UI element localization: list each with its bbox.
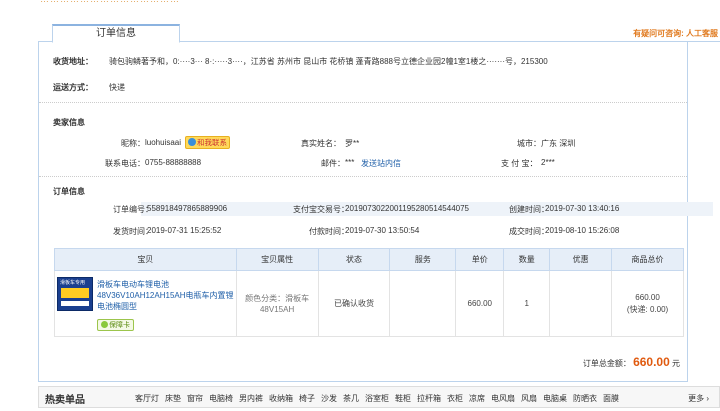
created-time-value: 2019-07-30 13:40:16 xyxy=(545,204,620,213)
hot-keyword-link[interactable]: 鞋柜 xyxy=(395,394,411,403)
hot-keyword-link[interactable]: 凉席 xyxy=(469,394,485,403)
guarantee-icon xyxy=(101,321,108,328)
seller-email-value: *** xyxy=(345,158,355,167)
order-status: 已确认收货 xyxy=(317,270,391,337)
help-link[interactable]: 有疑问可咨询: 人工客服 xyxy=(633,28,718,39)
top-note: …………………………………… xyxy=(40,0,690,4)
guarantee-label: 保障卡 xyxy=(109,322,130,329)
order-section-title: 订单信息 xyxy=(53,187,85,196)
hot-keyword-link[interactable]: 衣柜 xyxy=(447,394,463,403)
hot-keyword-link[interactable]: 电脑桌 xyxy=(543,394,567,403)
trade-no-label: 支付宝交易号： xyxy=(293,205,349,214)
hot-keyword-link[interactable]: 拉杆箱 xyxy=(417,394,441,403)
seller-phone-label: 联系电话： xyxy=(105,159,145,168)
product-cell: 滑板车专用 滑板车电动车锂电池48V36V10AH12AH15AH电瓶车内置锂电… xyxy=(54,270,237,337)
done-time-label: 成交时间： xyxy=(509,227,549,236)
paid-time-label: 付款时间： xyxy=(309,227,349,236)
send-message-link[interactable]: 发送站内信 xyxy=(361,158,401,169)
tab-row: 订单信息 有疑问可咨询: 人工客服 xyxy=(38,22,720,43)
hot-keyword-link[interactable]: 风扇 xyxy=(521,394,537,403)
discount xyxy=(549,270,613,337)
quantity: 1 xyxy=(503,270,551,337)
done-time-value: 2019-08-10 15:26:08 xyxy=(545,226,620,235)
hot-keyword-link[interactable]: 床垫 xyxy=(165,394,181,403)
seller-realname-value: 罗** xyxy=(345,139,360,148)
seller-alipay-value: 2*** xyxy=(541,158,555,167)
address-value: 骑包驹鳞著予和，0:····3··· 8·:·····3····，江苏省 苏州市… xyxy=(109,57,548,66)
seller-section-title: 卖家信息 xyxy=(53,118,85,127)
hot-keyword-link[interactable]: 防晒衣 xyxy=(573,394,597,403)
order-total-amount: 660.00 xyxy=(633,355,670,369)
divider xyxy=(39,102,687,103)
order-total-label: 订单总金额： xyxy=(582,359,631,368)
table-row: 滑板车专用 滑板车电动车锂电池48V36V10AH12AH15AH电瓶车内置锂电… xyxy=(54,270,684,337)
more-label: 更多 xyxy=(688,394,705,403)
hot-keyword-link[interactable]: 浴室柜 xyxy=(365,394,389,403)
col-header: 优惠 xyxy=(549,248,613,271)
hot-keyword-link[interactable]: 电风扇 xyxy=(491,394,515,403)
col-header: 数量 xyxy=(503,248,551,271)
wangwang-icon xyxy=(188,138,196,146)
thumb-battery-graphic xyxy=(61,288,89,298)
col-header: 宝贝属性 xyxy=(235,248,319,271)
seller-realname-label: 真实姓名： xyxy=(301,139,341,148)
tab-order-info[interactable]: 订单信息 xyxy=(52,24,180,43)
hot-keyword-link[interactable]: 茶几 xyxy=(343,394,359,403)
hot-keyword-link[interactable]: 窗帘 xyxy=(187,394,203,403)
address-label: 收货地址： xyxy=(53,57,93,66)
product-name-link[interactable]: 滑板车电动车锂电池48V36V10AH12AH15AH电瓶车内置锂电池椭圆型 xyxy=(97,279,237,312)
paid-time-value: 2019-07-30 13:50:54 xyxy=(345,226,420,235)
col-header: 宝贝 xyxy=(54,248,237,271)
col-header: 单价 xyxy=(455,248,505,271)
shipping-method-value: 快递 xyxy=(109,83,125,92)
seller-alipay-label: 支 付 宝： xyxy=(501,159,538,168)
unit-price: 660.00 xyxy=(455,270,505,337)
seller-phone-value: 0755-88888888 xyxy=(145,158,202,167)
guarantee-badge[interactable]: 保障卡 xyxy=(97,319,134,331)
product-attr: 颜色分类：滑板车48V15AH xyxy=(235,270,319,337)
order-total: 订单总金额： 660.00 元 xyxy=(583,355,680,369)
col-header: 商品总价 xyxy=(611,248,684,271)
service-cell xyxy=(389,270,457,337)
seller-email-label: 邮件： xyxy=(321,159,345,168)
item-total-cell: 660.00 (快递: 0.00) xyxy=(611,270,684,337)
table-header-row: 宝贝 宝贝属性 状态 服务 单价 数量 优惠 商品总价 xyxy=(54,248,684,271)
order-no-value: 558918497865889906 xyxy=(147,204,228,213)
hot-title: 热卖单品 xyxy=(45,395,85,406)
created-time-label: 创建时间： xyxy=(509,205,549,214)
order-items-table: 宝贝 宝贝属性 状态 服务 单价 数量 优惠 商品总价 滑板车专用 滑板车电动车… xyxy=(54,248,684,337)
hot-keywords: 客厅灯 床垫 窗帘 电脑椅 男内裤 收纳箱 椅子 沙发 茶几 浴室柜 鞋柜 拉杆箱 衣柜 凉席 电风扇 风扇电… xyxy=(135,393,625,404)
col-header: 服务 xyxy=(389,248,457,271)
hot-keyword-link[interactable]: 电脑椅 xyxy=(209,394,233,403)
trade-no-value: 2019073022001195280514544075 xyxy=(345,204,469,213)
order-total-unit: 元 xyxy=(672,359,680,368)
divider xyxy=(39,176,687,177)
chevron-right-icon: › xyxy=(706,394,709,403)
wangwang-contact-button[interactable]: 和我联系 xyxy=(185,136,230,149)
seller-nick-value: luohuisaai xyxy=(145,138,182,147)
hot-products-bar: 热卖单品 客厅灯 床垫 窗帘 电脑椅 男内裤 收纳箱 椅子 沙发 茶几 浴室柜 鞋柜 拉杆箱 衣柜 凉席电… xyxy=(38,386,720,408)
hot-keyword-link[interactable]: 面膜 xyxy=(603,394,619,403)
hot-keyword-link[interactable]: 客厅灯 xyxy=(135,394,159,403)
more-link[interactable]: 更多 › xyxy=(688,393,709,404)
hot-keyword-link[interactable]: 收纳箱 xyxy=(269,394,293,403)
top-banner-strip: …………………………………… xyxy=(40,0,690,6)
shipping-method-label: 运送方式： xyxy=(53,83,93,92)
seller-city-label: 城市： xyxy=(517,139,541,148)
product-thumbnail[interactable]: 滑板车专用 xyxy=(57,277,93,311)
thumb-label-strip xyxy=(61,301,89,306)
shipping-fee: (快递: 0.00) xyxy=(626,304,669,314)
thumb-text: 滑板车专用 xyxy=(60,280,86,286)
hot-keyword-link[interactable]: 椅子 xyxy=(299,394,315,403)
wangwang-label: 和我联系 xyxy=(197,138,227,147)
item-total: 660.00 xyxy=(635,292,660,302)
hot-keyword-link[interactable]: 男内裤 xyxy=(239,394,263,403)
col-header: 状态 xyxy=(317,248,391,271)
seller-city-value: 广东 深圳 xyxy=(541,139,576,148)
hot-keyword-link[interactable]: 沙发 xyxy=(321,394,337,403)
seller-nick-label: 昵称： xyxy=(121,139,145,148)
shipped-time-value: 2019-07-31 15:25:52 xyxy=(147,226,222,235)
